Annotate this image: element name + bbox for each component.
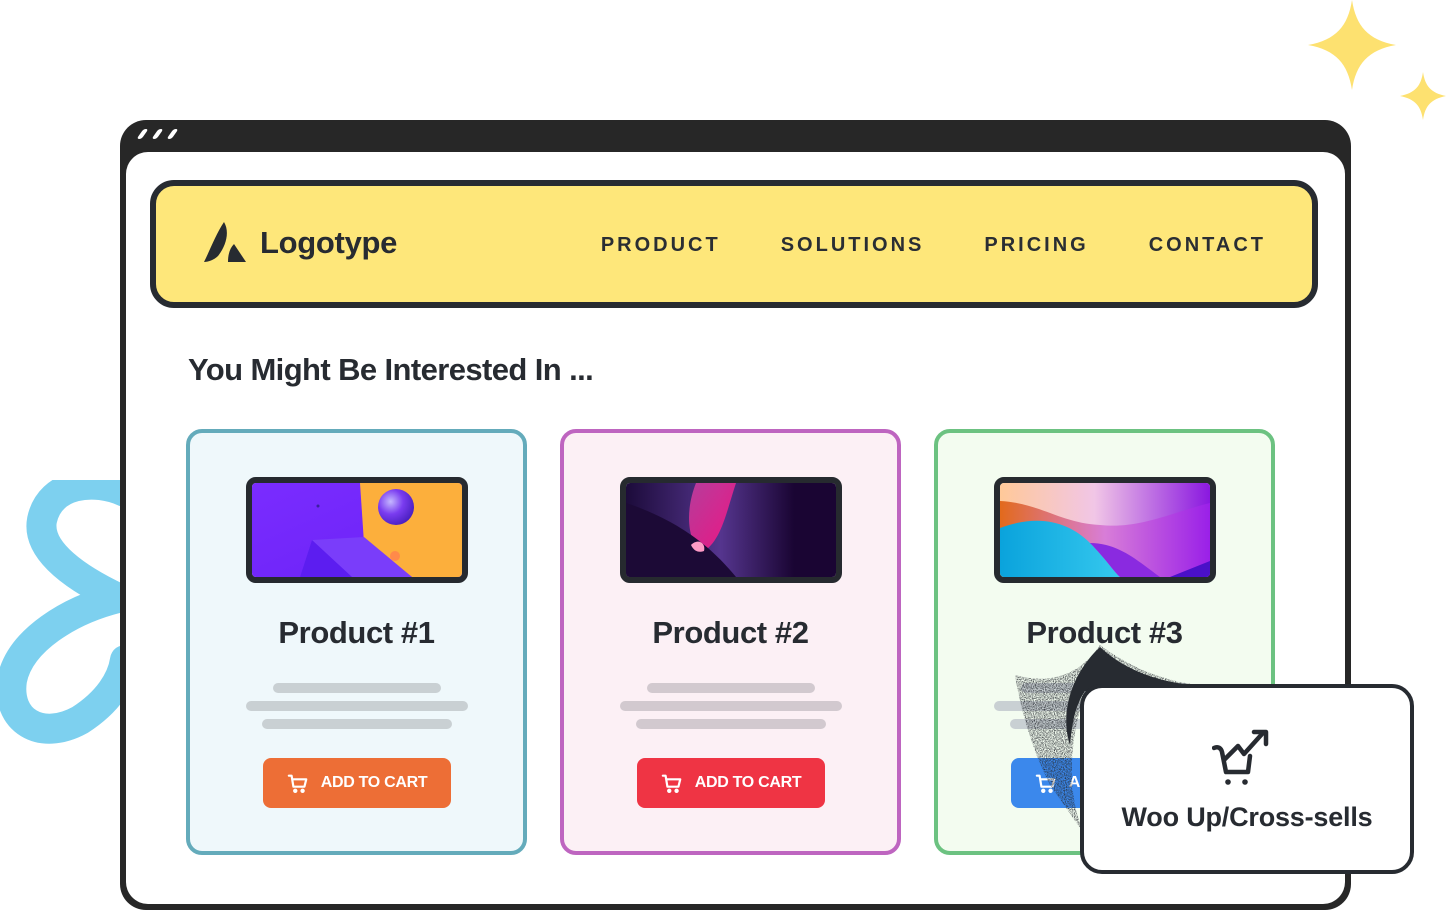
product-image[interactable] — [994, 477, 1216, 583]
description-placeholder-line — [636, 719, 826, 729]
description-placeholder-line — [262, 719, 452, 729]
sparkles-decoration — [1308, 0, 1446, 120]
add-to-cart-button[interactable]: ADD TO CART — [637, 758, 825, 808]
product-image-graphic — [252, 483, 462, 577]
sparkle-small-icon — [1400, 72, 1446, 120]
description-placeholder-line — [620, 701, 842, 711]
nav-link-solutions[interactable]: SOLUTIONS — [781, 234, 925, 257]
product-card: Product #1 ADD TO CART — [186, 429, 527, 855]
product-image[interactable] — [246, 477, 468, 583]
badge-label: Woo Up/Cross-sells — [1121, 802, 1373, 832]
cart-icon — [661, 774, 682, 793]
feature-badge: Woo Up/Cross-sells — [1080, 684, 1414, 874]
add-to-cart-label: ADD TO CART — [320, 774, 428, 791]
logo[interactable]: Logotype — [204, 222, 397, 264]
nav-link-contact[interactable]: CONTACT — [1149, 234, 1266, 257]
nav-link-product[interactable]: PRODUCT — [601, 234, 721, 257]
product-image[interactable] — [620, 477, 842, 583]
product-name: Product #2 — [652, 615, 809, 650]
product-image-graphic — [626, 483, 836, 577]
window-dots-icon — [136, 129, 181, 143]
product-card: Product #2 ADD TO CART — [560, 429, 901, 855]
nav-links: PRODUCT SOLUTIONS PRICING CONTACT — [601, 234, 1266, 257]
cart-icon — [287, 774, 308, 793]
add-to-cart-button[interactable]: ADD TO CART — [263, 758, 451, 808]
product-image-graphic — [1000, 483, 1210, 577]
add-to-cart-label: ADD TO CART — [694, 774, 802, 791]
site-navbar: Logotype PRODUCT SOLUTIONS PRICING CONTA… — [150, 180, 1318, 308]
nav-link-pricing[interactable]: PRICING — [984, 234, 1088, 257]
description-placeholder-line — [647, 683, 815, 693]
squiggle-decoration — [0, 480, 130, 744]
sparkle-large-icon — [1308, 0, 1396, 90]
logo-text: Logotype — [260, 225, 398, 260]
product-name: Product #1 — [278, 615, 435, 650]
logo-mark-icon — [204, 222, 246, 262]
description-placeholder-line — [273, 683, 441, 693]
cart-trend-up-icon — [1212, 729, 1269, 785]
description-placeholder-line — [246, 701, 468, 711]
section-title: You Might Be Interested In ... — [188, 352, 594, 387]
